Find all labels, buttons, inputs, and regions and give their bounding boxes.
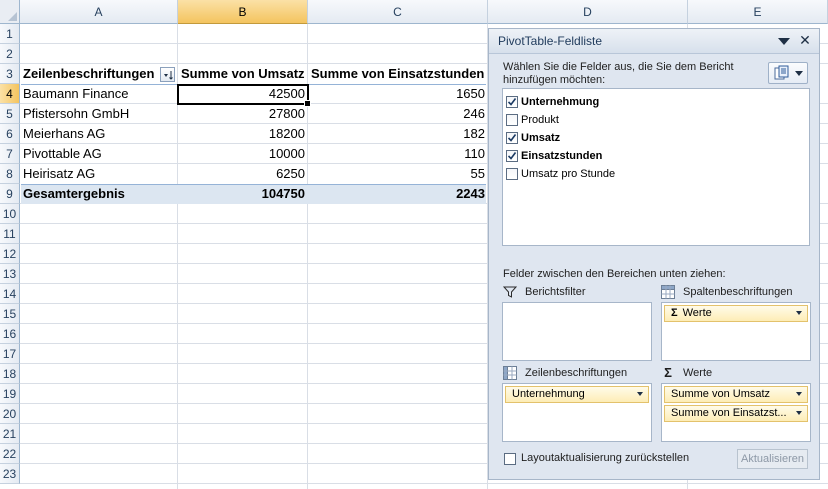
column-chip-werte[interactable]: Σ Werte	[664, 305, 808, 322]
drag-areas-label: Felder zwischen den Bereichen unten zieh…	[503, 268, 726, 280]
chevron-down-icon[interactable]	[637, 392, 643, 396]
pivot-value-umsatz[interactable]: 27800	[178, 104, 308, 124]
defer-update-label: Layoutaktualisierung zurückstellen	[521, 452, 690, 464]
filter-icon	[503, 286, 517, 298]
checkbox-checked-icon[interactable]	[506, 150, 518, 162]
active-cell-b4[interactable]	[177, 84, 311, 107]
row-header-3[interactable]: 3	[0, 64, 20, 84]
row-header-13[interactable]: 13	[0, 264, 20, 284]
pane-options-icon[interactable]	[776, 35, 792, 47]
pivot-value-stunden[interactable]: 1650	[308, 84, 488, 104]
field-label: Unternehmung	[521, 96, 600, 108]
layout-icon	[774, 65, 789, 80]
grid-line	[20, 483, 828, 484]
field-label: Umsatz	[521, 132, 561, 144]
row-labels-title: Zeilenbeschriftungen	[503, 365, 653, 381]
pivot-value-umsatz[interactable]: 6250	[178, 164, 308, 184]
pivot-col-header-umsatz[interactable]: Summe von Umsatz	[178, 64, 308, 84]
pivot-value-stunden[interactable]: 110	[308, 144, 488, 164]
chevron-down-icon[interactable]	[796, 411, 802, 415]
chevron-down-icon[interactable]	[796, 392, 802, 396]
row-header-18[interactable]: 18	[0, 364, 20, 384]
column-labels-icon	[661, 285, 675, 299]
row-header-1[interactable]: 1	[0, 24, 20, 44]
pivot-row-label[interactable]: Pivottable AG	[20, 144, 178, 164]
row-header-9[interactable]: 9	[0, 184, 20, 204]
select-all-corner[interactable]	[0, 0, 20, 24]
column-labels-title: Spaltenbeschriftungen	[661, 284, 811, 300]
row-header-10[interactable]: 10	[0, 204, 20, 224]
pane-title-bar[interactable]: PivotTable-Feldliste ✕	[489, 29, 819, 54]
pivot-total-label[interactable]: Gesamtergebnis	[20, 184, 178, 204]
row-header-2[interactable]: 2	[0, 44, 20, 64]
row-header-7[interactable]: 7	[0, 144, 20, 164]
chevron-down-icon[interactable]	[796, 311, 802, 315]
row-header-4[interactable]: 4	[0, 84, 20, 104]
row-header-12[interactable]: 12	[0, 244, 20, 264]
row-header-20[interactable]: 20	[0, 404, 20, 424]
checkbox-unchecked-icon[interactable]	[506, 114, 518, 126]
row-filter-button[interactable]	[160, 67, 175, 82]
column-labels-area[interactable]: Σ Werte	[661, 302, 811, 361]
value-chip-einsatzstunden[interactable]: Summe von Einsatzst...	[664, 405, 808, 422]
pivot-total-stunden[interactable]: 2243	[308, 184, 488, 204]
pivot-value-stunden[interactable]: 182	[308, 124, 488, 144]
row-header-16[interactable]: 16	[0, 324, 20, 344]
row-labels-area[interactable]: Unternehmung	[502, 383, 652, 442]
pivot-value-umsatz[interactable]: 10000	[178, 144, 308, 164]
row-header-6[interactable]: 6	[0, 124, 20, 144]
field-instruction: Wählen Sie die Felder aus, die Sie dem B…	[503, 61, 734, 86]
report-filter-area[interactable]	[502, 302, 652, 361]
row-header-19[interactable]: 19	[0, 384, 20, 404]
field-label: Einsatzstunden	[521, 150, 603, 162]
pivot-row-label[interactable]: Heirisatz AG	[20, 164, 178, 184]
pivot-row-label[interactable]: Baumann Finance	[20, 84, 178, 104]
column-header-c[interactable]: C	[308, 0, 488, 24]
pivot-field-list-pane: PivotTable-Feldliste ✕ Wählen Sie die Fe…	[488, 28, 820, 480]
value-chip-umsatz[interactable]: Summe von Umsatz	[664, 386, 808, 403]
checkbox-checked-icon[interactable]	[506, 96, 518, 108]
row-header-22[interactable]: 22	[0, 444, 20, 464]
row-header-5[interactable]: 5	[0, 104, 20, 124]
row-chip-unternehmung[interactable]: Unternehmung	[505, 386, 649, 403]
row-header-8[interactable]: 8	[0, 164, 20, 184]
row-header-15[interactable]: 15	[0, 304, 20, 324]
pane-title: PivotTable-Feldliste	[498, 34, 603, 48]
pivot-value-umsatz[interactable]: 18200	[178, 124, 308, 144]
update-button[interactable]: Aktualisieren	[737, 449, 808, 469]
row-header-11[interactable]: 11	[0, 224, 20, 244]
pivot-value-stunden[interactable]: 246	[308, 104, 488, 124]
pivot-row-label[interactable]: Pfistersohn GmbH	[20, 104, 178, 124]
field-label: Produkt	[521, 114, 559, 126]
values-title: Σ Werte	[661, 365, 811, 381]
row-header-21[interactable]: 21	[0, 424, 20, 444]
column-header-d[interactable]: D	[488, 0, 688, 24]
column-header-b[interactable]: B	[178, 0, 308, 24]
checkbox-checked-icon[interactable]	[506, 132, 518, 144]
field-list-box[interactable]: Unternehmung Produkt Umsatz Einsatzstund…	[502, 88, 810, 246]
values-area[interactable]: Summe von Umsatz Summe von Einsatzst...	[661, 383, 811, 442]
column-header-e[interactable]: E	[688, 0, 828, 24]
field-layout-button[interactable]	[768, 62, 808, 84]
row-header-23[interactable]: 23	[0, 464, 20, 484]
pivot-value-stunden[interactable]: 55	[308, 164, 488, 184]
row-header-17[interactable]: 17	[0, 344, 20, 364]
filter-dropdown-icon	[164, 71, 173, 80]
pivot-row-label[interactable]: Meierhans AG	[20, 124, 178, 144]
pivot-total-umsatz[interactable]: 104750	[178, 184, 308, 204]
column-header-a[interactable]: A	[20, 0, 178, 24]
sigma-icon: Σ	[671, 307, 678, 319]
sigma-icon: Σ	[664, 365, 672, 380]
row-header-14[interactable]: 14	[0, 284, 20, 304]
report-filter-title: Berichtsfilter	[503, 284, 643, 300]
chevron-down-icon	[795, 71, 803, 76]
pivot-row-header[interactable]: Zeilenbeschriftungen	[20, 64, 162, 84]
close-icon[interactable]: ✕	[798, 33, 812, 47]
pivot-col-header-stunden[interactable]: Summe von Einsatzstunden	[308, 64, 488, 84]
field-label: Umsatz pro Stunde	[521, 168, 616, 180]
checkbox-unchecked-icon[interactable]	[506, 168, 518, 180]
row-labels-icon	[503, 366, 517, 380]
defer-update-checkbox[interactable]	[504, 453, 516, 465]
